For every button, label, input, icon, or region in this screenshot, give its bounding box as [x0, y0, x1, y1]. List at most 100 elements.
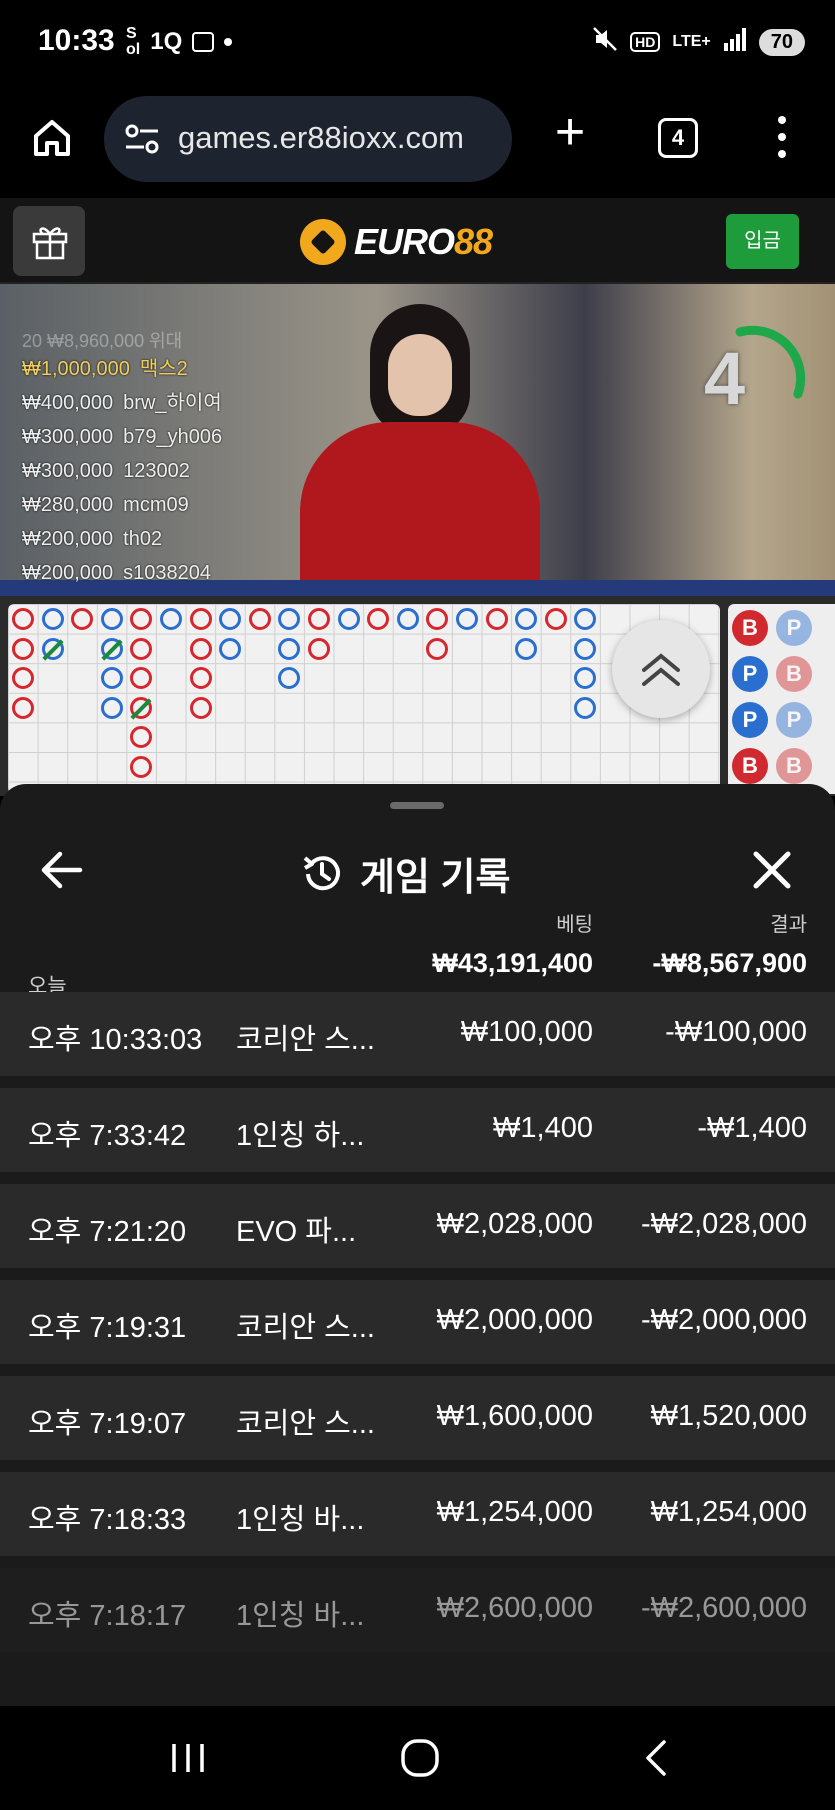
bead-plate-cell: B: [776, 748, 812, 784]
road-cell: [544, 608, 567, 630]
road-cell: [278, 667, 301, 690]
row-bet: ₩100,000: [460, 1016, 593, 1048]
more-menu-icon[interactable]: [772, 116, 792, 162]
bead-plate-cell: B: [732, 748, 768, 784]
road-cell: [248, 608, 271, 630]
sheet-title: 게임 기록: [300, 846, 510, 901]
road-cell: [189, 637, 212, 660]
game-history-sheet: 게임 기록 베팅 결과 오늘 ₩43,191,400 -₩8,567,900 오…: [0, 784, 835, 1706]
bead-plate-cell: P: [732, 702, 768, 738]
tab-switcher-button[interactable]: 4: [658, 118, 698, 158]
row-game: 1인칭 바...: [236, 1600, 365, 1632]
history-list: 오후 10:33:03 코리안 스... ₩100,000 -₩100,000 오후 …: [0, 992, 835, 1664]
leader-row: ₩400,000 brw_하이여: [22, 392, 222, 414]
system-navigation-bar: [0, 1706, 835, 1810]
status-icons-left: Sol 1Q: [126, 26, 233, 58]
row-bet: ₩1,400: [493, 1112, 593, 1144]
row-time: 오후 7:19:31: [28, 1312, 187, 1344]
road-cell: [130, 756, 153, 778]
new-tab-icon[interactable]: +: [548, 106, 592, 158]
road-cell: [100, 608, 123, 630]
history-icon: [303, 855, 340, 890]
row-game: 1인칭 하...: [236, 1120, 365, 1152]
road-cell: [189, 667, 212, 690]
browser-toolbar: games.er88ioxx.com + 4: [0, 88, 835, 198]
scoreboard-roadmap: BPPBPPBB: [0, 596, 835, 796]
screen-capture-icon: [192, 32, 215, 52]
history-row[interactable]: 오후 7:18:17 1인칭 바... ₩2,600,000 -₩2,600,000: [0, 1568, 835, 1652]
lte-icon: LTE+: [672, 33, 711, 50]
road-cell: [12, 667, 34, 690]
column-header-bet: 베팅: [556, 914, 593, 936]
road-cell: [189, 696, 212, 719]
road-cell: [278, 608, 301, 630]
euro88-logo[interactable]: EURO88: [300, 212, 493, 272]
road-cell: [515, 637, 538, 660]
history-row[interactable]: 오후 7:19:31 코리안 스... ₩2,000,000 -₩2,000,000: [0, 1280, 835, 1364]
row-result: -₩1,400: [697, 1112, 807, 1144]
live-dealer-video[interactable]: 20 ₩8,960,000 위대 ₩1,000,000 맥스2 ₩400,000 b…: [0, 284, 835, 596]
row-result: ₩1,520,000: [650, 1400, 807, 1432]
expand-roadmap-button[interactable]: [612, 620, 710, 718]
road-cell: [396, 608, 419, 630]
history-row[interactable]: 오후 10:33:03 코리안 스... ₩100,000 -₩100,000: [0, 992, 835, 1076]
bead-plate-cell: P: [776, 702, 812, 738]
leader-row: ₩300,000 b79_yh006: [22, 426, 223, 448]
row-time: 오후 7:18:33: [28, 1504, 187, 1536]
road-cell: [485, 608, 508, 630]
logo-text-88: 88: [454, 221, 493, 262]
summary-row: 베팅 결과 오늘 ₩43,191,400 -₩8,567,900: [0, 904, 835, 1004]
recent-apps-icon[interactable]: [168, 1736, 208, 1780]
road-cell: [100, 667, 123, 690]
hd-icon: HD: [630, 32, 661, 52]
row-bet: ₩1,254,000: [436, 1496, 593, 1528]
close-icon[interactable]: [750, 848, 794, 892]
row-result: -₩100,000: [665, 1016, 807, 1048]
road-cell: [219, 637, 242, 660]
site-settings-icon[interactable]: [124, 124, 160, 154]
road-cell: [574, 667, 597, 690]
row-result: -₩2,000,000: [640, 1304, 807, 1336]
leader-row: ₩300,000 123002: [22, 460, 190, 482]
total-bet-value: ₩43,191,400: [432, 948, 593, 978]
row-result: ₩1,254,000: [650, 1496, 807, 1528]
road-cell: [426, 637, 449, 660]
bead-plate-cell: B: [732, 610, 768, 646]
back-arrow-icon[interactable]: [40, 850, 84, 890]
row-game: 1인칭 바...: [236, 1504, 365, 1536]
home-icon[interactable]: [28, 114, 76, 162]
deposit-button[interactable]: 입금: [726, 214, 799, 269]
history-row[interactable]: 오후 7:18:33 1인칭 바... ₩1,254,000 ₩1,254,000: [0, 1472, 835, 1556]
gift-button[interactable]: [13, 206, 85, 276]
address-bar[interactable]: games.er88ioxx.com: [104, 96, 512, 182]
road-cell: [130, 726, 153, 749]
row-game: 코리안 스...: [236, 1408, 375, 1440]
history-row[interactable]: 오후 7:33:42 1인칭 하... ₩1,400 -₩1,400: [0, 1088, 835, 1172]
sheet-header: 게임 기록: [0, 828, 835, 912]
bet-countdown-timer: 4: [700, 324, 810, 434]
url-text: games.er88ioxx.com: [178, 120, 465, 155]
history-row[interactable]: 오후 7:21:20 EVO 파... ₩2,028,000 -₩2,028,000: [0, 1184, 835, 1268]
soccer-ball-icon: [300, 219, 346, 265]
row-bet: ₩1,600,000: [436, 1400, 593, 1432]
row-game: EVO 파...: [236, 1216, 357, 1248]
road-cell: [160, 608, 182, 630]
road-cell: [426, 608, 449, 630]
site-header: EURO88 입금: [0, 198, 835, 284]
leader-row: ₩1,000,000 맥스2: [22, 358, 188, 380]
home-nav-icon[interactable]: [398, 1736, 442, 1780]
road-cell: [71, 608, 94, 630]
row-time: 오후 7:33:42: [28, 1120, 187, 1152]
back-nav-icon[interactable]: [636, 1736, 676, 1780]
bead-plate-cell: P: [776, 610, 812, 646]
gift-icon: [32, 227, 68, 260]
road-cell: [515, 608, 538, 630]
history-row[interactable]: 오후 7:19:07 코리안 스... ₩1,600,000 ₩1,520,000: [0, 1376, 835, 1460]
total-result-value: -₩8,567,900: [652, 948, 807, 978]
road-cell: [574, 696, 597, 719]
row-game: 코리안 스...: [236, 1024, 375, 1056]
road-cell: [130, 608, 153, 630]
road-cell: [574, 637, 597, 660]
signal-icon: [723, 27, 747, 57]
sheet-drag-handle[interactable]: [390, 802, 444, 809]
